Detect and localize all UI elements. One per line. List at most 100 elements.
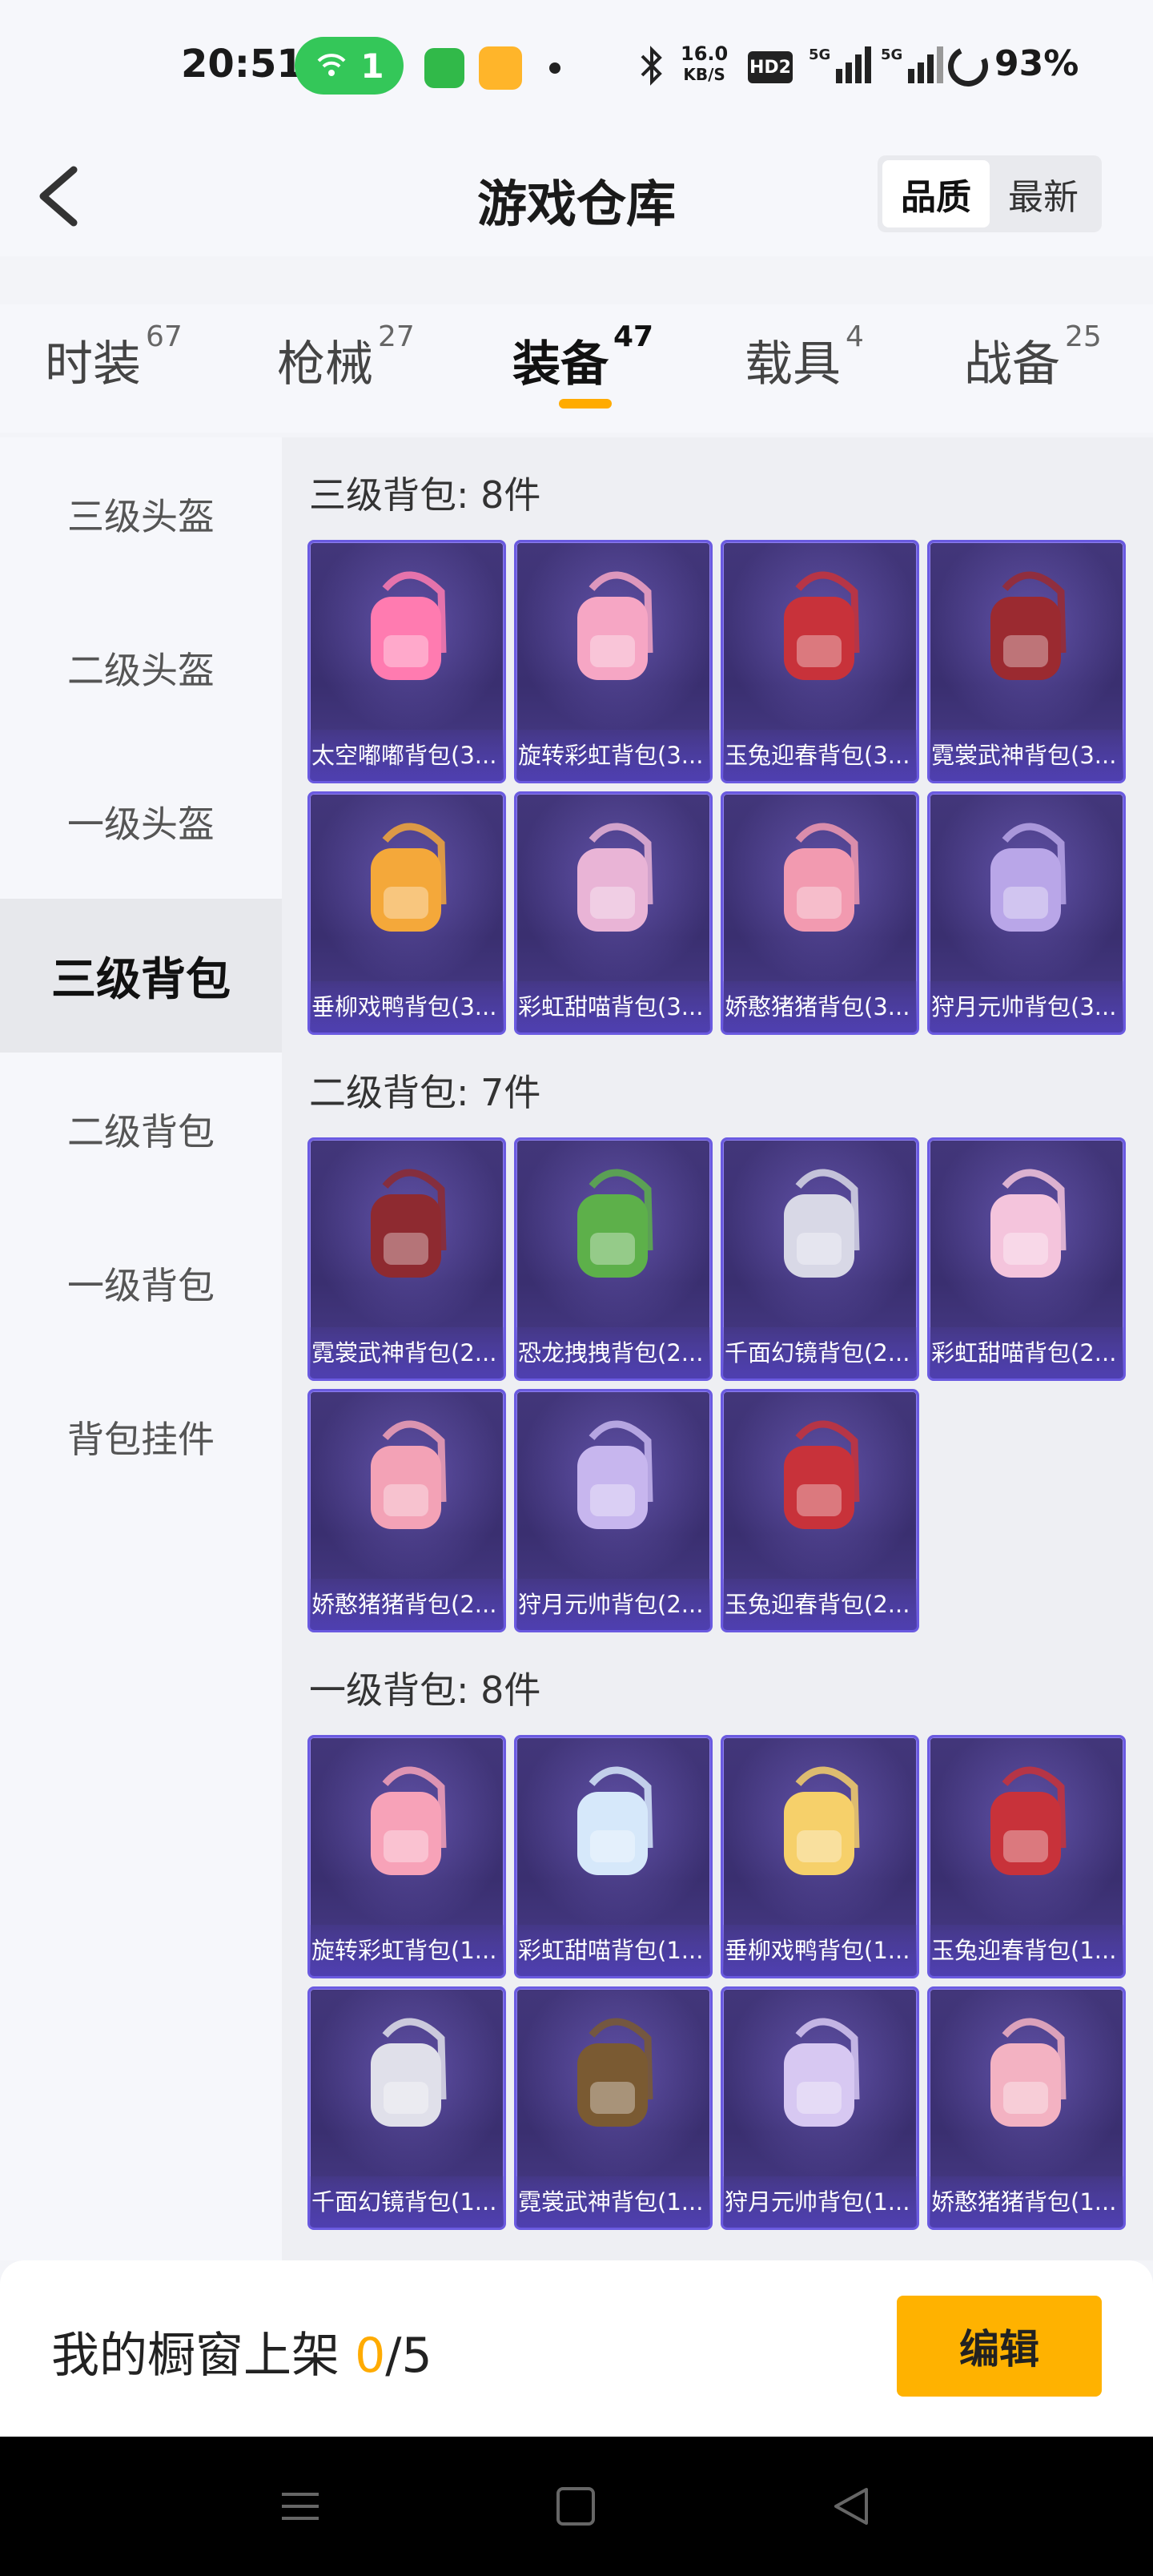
sort-newest-button[interactable]: 最新 xyxy=(990,160,1097,227)
edit-button[interactable]: 编辑 xyxy=(897,2296,1102,2397)
item-name: 彩虹甜喵背包(1... xyxy=(516,1925,710,1976)
item-name: 娇憨猪猪背包(2... xyxy=(310,1579,504,1630)
backpack-icon xyxy=(371,571,447,680)
item-card[interactable]: 千面幻镜背包(2... xyxy=(721,1137,919,1381)
signal-icon-2: 5G xyxy=(881,46,943,83)
tab-label: 装备 xyxy=(512,336,609,392)
item-name: 狩月元帅背包(1... xyxy=(723,2176,917,2228)
battery-icon xyxy=(942,40,994,93)
backpack-icon xyxy=(371,1169,447,1278)
backpack-icon xyxy=(784,571,860,680)
item-name: 千面幻镜背包(2... xyxy=(723,1327,917,1379)
showcase-label: 我的橱窗上架 xyxy=(51,2328,356,2384)
backpack-icon xyxy=(371,823,447,932)
backpack-icon xyxy=(990,2018,1067,2127)
item-card[interactable]: 狩月元帅背包(2... xyxy=(514,1389,713,1632)
backpack-icon xyxy=(784,1420,860,1529)
message-app-icon xyxy=(424,48,464,88)
showcase-count: 0 xyxy=(355,2328,386,2384)
backpack-icon xyxy=(990,1766,1067,1875)
sort-quality-button[interactable]: 品质 xyxy=(882,160,990,227)
sidebar-item-level3-helmet[interactable]: 三级头盔 xyxy=(0,437,282,591)
item-name: 玉兔迎春背包(3... xyxy=(723,730,917,781)
sidebar-item-level2-helmet[interactable]: 二级头盔 xyxy=(0,591,282,745)
bottom-bar: 我的橱窗上架 0/5 编辑 xyxy=(0,2260,1153,2437)
showcase-total: /5 xyxy=(385,2328,432,2384)
wifi-badge: 1 xyxy=(295,37,404,95)
game-app-icon xyxy=(479,46,522,90)
item-name: 霓裳武神背包(1... xyxy=(516,2176,710,2228)
sidebar-item-level1-backpack[interactable]: 一级背包 xyxy=(0,1206,282,1360)
tab-equipment[interactable]: 装备 47 xyxy=(512,320,653,395)
menu-icon[interactable] xyxy=(279,2485,322,2528)
speed-value: 16.0 xyxy=(681,42,729,65)
item-name: 千面幻镜背包(1... xyxy=(310,2176,504,2228)
sidebar: 三级头盔 二级头盔 一级头盔 三级背包 二级背包 一级背包 背包挂件 xyxy=(0,437,282,2260)
item-card[interactable]: 娇憨猪猪背包(1... xyxy=(927,1986,1126,2230)
item-card[interactable]: 彩虹甜喵背包(2... xyxy=(927,1137,1126,1381)
item-card[interactable]: 垂柳戏鸭背包(3... xyxy=(307,791,506,1035)
item-card[interactable]: 狩月元帅背包(1... xyxy=(721,1986,919,2230)
item-name: 垂柳戏鸭背包(1... xyxy=(723,1925,917,1976)
tab-firearms[interactable]: 枪械 27 xyxy=(277,320,415,395)
item-card[interactable]: 霓裳武神背包(2... xyxy=(307,1137,506,1381)
backpack-icon xyxy=(577,1766,653,1875)
sidebar-item-level3-backpack[interactable]: 三级背包 xyxy=(0,899,282,1053)
item-name: 垂柳戏鸭背包(3... xyxy=(310,981,504,1032)
status-time: 20:51 xyxy=(181,42,303,87)
app-header: 游戏仓库 品质 最新 xyxy=(0,136,1153,256)
speed-unit: KB/S xyxy=(683,65,725,84)
item-name: 彩虹甜喵背包(3... xyxy=(516,981,710,1032)
backpack-icon xyxy=(371,1420,447,1529)
item-card[interactable]: 玉兔迎春背包(2... xyxy=(721,1389,919,1632)
backpack-icon xyxy=(577,1169,653,1278)
item-card[interactable]: 垂柳戏鸭背包(1... xyxy=(721,1735,919,1978)
item-name: 恐龙拽拽背包(2... xyxy=(516,1327,710,1379)
tab-label: 载具 xyxy=(745,336,841,392)
showcase-status: 我的橱窗上架 0/5 xyxy=(51,2316,432,2386)
item-card[interactable]: 旋转彩虹背包(1... xyxy=(307,1735,506,1978)
tab-label: 枪械 xyxy=(277,336,373,392)
item-card[interactable]: 玉兔迎春背包(3... xyxy=(721,540,919,783)
item-card[interactable]: 玉兔迎春背包(1... xyxy=(927,1735,1126,1978)
item-card[interactable]: 霓裳武神背包(1... xyxy=(514,1986,713,2230)
item-card[interactable]: 狩月元帅背包(3... xyxy=(927,791,1126,1035)
sidebar-item-level1-helmet[interactable]: 一级头盔 xyxy=(0,745,282,899)
item-card[interactable]: 旋转彩虹背包(3... xyxy=(514,540,713,783)
item-grid-area: 三级背包: 8件 二级背包: 7件 一级背包: 8件 太空嘟嘟背包(3... 旋转… xyxy=(282,437,1153,2260)
item-card[interactable]: 霓裳武神背包(3... xyxy=(927,540,1126,783)
item-card[interactable]: 恐龙拽拽背包(2... xyxy=(514,1137,713,1381)
tab-count: 25 xyxy=(1065,320,1102,353)
tab-count: 27 xyxy=(378,320,415,353)
tab-gear[interactable]: 战备 25 xyxy=(964,320,1102,395)
svg-text:5G: 5G xyxy=(881,46,902,63)
battery-percent: 93% xyxy=(994,43,1079,84)
svg-text:5G: 5G xyxy=(809,46,830,63)
sidebar-item-level2-backpack[interactable]: 二级背包 xyxy=(0,1053,282,1206)
active-tab-indicator xyxy=(559,399,612,409)
tab-vehicles[interactable]: 载具 4 xyxy=(745,320,864,395)
back-triangle-icon[interactable] xyxy=(830,2485,873,2528)
section-title: 三级背包: 8件 xyxy=(309,473,541,517)
backpack-icon xyxy=(784,2018,860,2127)
item-card[interactable]: 娇憨猪猪背包(2... xyxy=(307,1389,506,1632)
tab-fashion[interactable]: 时装 67 xyxy=(45,320,183,395)
backpack-icon xyxy=(577,1420,653,1529)
item-name: 旋转彩虹背包(3... xyxy=(516,730,710,781)
item-card[interactable]: 彩虹甜喵背包(3... xyxy=(514,791,713,1035)
item-card[interactable]: 彩虹甜喵背包(1... xyxy=(514,1735,713,1978)
sidebar-item-backpack-charm[interactable]: 背包挂件 xyxy=(0,1360,282,1514)
item-name: 玉兔迎春背包(2... xyxy=(723,1579,917,1630)
tab-count: 4 xyxy=(846,320,864,353)
tab-label: 战备 xyxy=(964,336,1060,392)
item-card[interactable]: 娇憨猪猪背包(3... xyxy=(721,791,919,1035)
item-card[interactable]: 太空嘟嘟背包(3... xyxy=(307,540,506,783)
backpack-icon xyxy=(784,823,860,932)
home-icon[interactable] xyxy=(554,2485,597,2528)
tab-label: 时装 xyxy=(45,336,141,392)
network-speed: 16.0 KB/S xyxy=(681,43,728,85)
item-card[interactable]: 千面幻镜背包(1... xyxy=(307,1986,506,2230)
backpack-icon xyxy=(577,571,653,680)
signal-icon: 5G xyxy=(809,46,871,83)
section-title: 二级背包: 7件 xyxy=(309,1071,541,1114)
